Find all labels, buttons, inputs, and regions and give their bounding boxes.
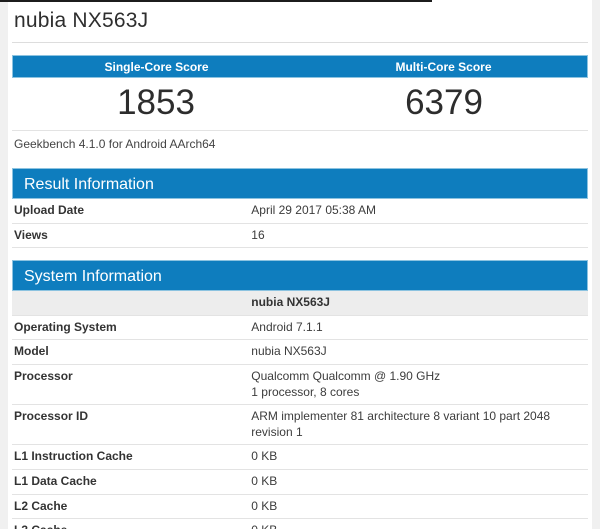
multi-core-score-header: Multi-Core Score [395,59,492,74]
table-row-l3-cache: L3 Cache 0 KB [12,519,588,529]
table-row-l2-cache: L2 Cache 0 KB [12,494,588,519]
row-label: L1 Instruction Cache [14,449,133,464]
single-core-score-value: 1853 [117,83,195,122]
single-core-score-header: Single-Core Score [104,59,209,74]
score-values: 1853 6379 [12,78,588,131]
benchmark-version-caption: Geekbench 4.1.0 for Android AArch64 [14,137,216,151]
row-value: nubia NX563J [251,344,327,359]
system-information-table: nubia NX563J Operating System Android 7.… [12,291,588,529]
row-label: Upload Date [14,203,85,217]
row-value: 16 [251,227,265,242]
table-row-processor-id: Processor ID ARM implementer 81 architec… [12,405,588,445]
row-value: April 29 2017 05:38 AM [251,203,377,217]
page-title: nubia NX563J [14,9,149,32]
row-value: Qualcomm Qualcomm @ 1.90 GHz 1 processor… [249,364,588,404]
row-label: Views [14,227,48,242]
table-row-upload-date: Upload Date April 29 2017 05:38 AM [12,199,588,224]
table-row-processor: Processor Qualcomm Qualcomm @ 1.90 GHz 1… [12,364,588,405]
table-row-l1-instruction-cache: L1 Instruction Cache 0 KB [12,445,588,470]
table-row-operating-system: Operating System Android 7.1.1 [12,315,588,340]
table-row-views: Views 16 [12,223,588,248]
row-label: Operating System [14,319,117,334]
row-value: 0 KB [249,519,588,529]
title-divider [12,42,588,43]
table-row-l1-data-cache: L1 Data Cache 0 KB [12,469,588,495]
result-information-table: Upload Date April 29 2017 05:38 AM Views… [12,199,588,248]
row-label: L3 Cache [12,519,249,529]
row-label: Processor ID [14,409,89,424]
benchmark-result-page: nubia NX563J Single-Core Score Multi-Cor… [8,0,592,529]
row-label: Model [14,344,49,359]
row-label: L1 Data Cache [14,473,97,488]
device-name-header: nubia NX563J [251,295,330,310]
system-information-heading: System Information [12,260,588,292]
score-banner: Single-Core Score Multi-Core Score [12,55,588,78]
row-value: 0 KB [251,498,278,513]
result-information-heading: Result Information [12,168,588,199]
row-value: Android 7.1.1 [251,319,323,334]
processor-name-line: Qualcomm Qualcomm @ 1.90 GHz [251,368,441,383]
table-header-row: nubia NX563J [12,291,588,316]
row-value: 0 KB [251,473,278,488]
table-row-model: Model nubia NX563J [12,340,588,365]
row-label: L2 Cache [14,498,68,513]
table-header-empty-cell [12,291,249,315]
row-label: Processor [14,368,73,383]
multi-core-score-value: 6379 [405,83,483,122]
processor-cores-line: 1 processor, 8 cores [251,384,360,399]
row-value: 0 KB [251,449,278,464]
row-value: ARM implementer 81 architecture 8 varian… [251,409,551,439]
screenshot-edge-artifact [0,0,432,2]
